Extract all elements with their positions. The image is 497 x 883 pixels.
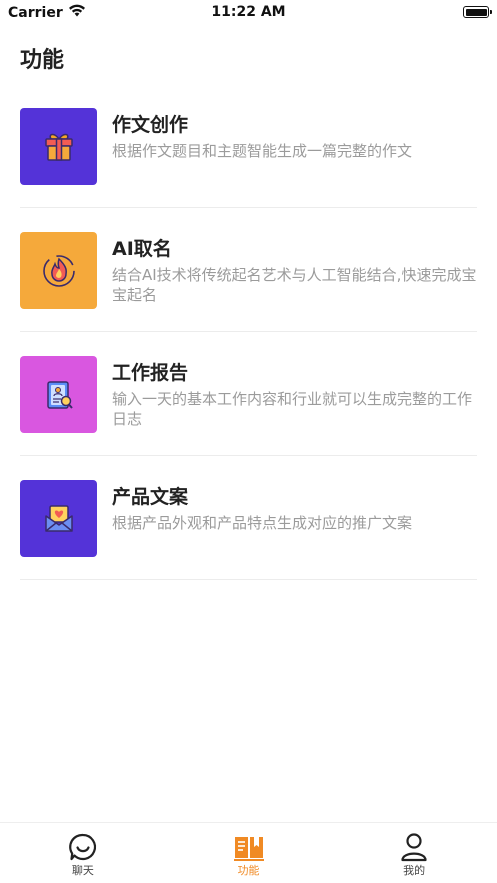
book-icon: [233, 832, 264, 862]
feature-icon-tile: [20, 356, 97, 433]
tab-bar: 聊天 功能 我的: [0, 822, 497, 883]
feature-icon-tile: [20, 232, 97, 309]
feature-title: 产品文案: [112, 486, 189, 508]
gift-icon: [44, 133, 73, 161]
report-icon: [46, 380, 73, 409]
tab-label: 我的: [403, 864, 426, 877]
tab-label: 功能: [237, 864, 260, 877]
page-title: 功能: [20, 48, 65, 73]
feature-item-essay[interactable]: 作文创作 根据作文题目和主题智能生成一篇完整的作文: [20, 84, 477, 208]
feature-item-ai-naming[interactable]: AI取名 结合AI技术将传统起名艺术与人工智能结合,快速完成宝宝起名: [20, 208, 477, 332]
feature-list: 作文创作 根据作文题目和主题智能生成一篇完整的作文 AI取名 结合AI技术将传统…: [0, 84, 497, 580]
feature-icon-tile: [20, 108, 97, 185]
feature-text: 工作报告 输入一天的基本工作内容和行业就可以生成完整的工作日志: [112, 360, 477, 429]
tab-profile[interactable]: 我的: [331, 823, 497, 883]
feature-title: 作文创作: [112, 114, 189, 136]
feature-icon-tile: [20, 480, 97, 557]
feature-title: AI取名: [112, 238, 172, 260]
feature-text: AI取名 结合AI技术将传统起名艺术与人工智能结合,快速完成宝宝起名: [112, 236, 477, 305]
chat-icon: [68, 832, 98, 862]
mail-heart-icon: [44, 504, 73, 532]
tab-chat[interactable]: 聊天: [0, 823, 166, 883]
status-time: 11:22 AM: [211, 4, 286, 20]
feature-text: 作文创作 根据作文题目和主题智能生成一篇完整的作文: [112, 112, 477, 161]
tab-features[interactable]: 功能: [166, 823, 332, 883]
feature-description: 根据作文题目和主题智能生成一篇完整的作文: [112, 142, 413, 160]
user-icon: [399, 832, 429, 862]
tab-label: 聊天: [71, 864, 94, 877]
battery-icon: [463, 6, 492, 18]
feature-description: 输入一天的基本工作内容和行业就可以生成完整的工作日志: [112, 390, 473, 428]
feature-title: 工作报告: [112, 362, 189, 384]
status-bar: Carrier 11:22 AM: [0, 0, 497, 26]
fire-icon: [42, 254, 75, 287]
battery-fill: [465, 8, 487, 16]
feature-text: 产品文案 根据产品外观和产品特点生成对应的推广文案: [112, 484, 477, 533]
feature-item-work-report[interactable]: 工作报告 输入一天的基本工作内容和行业就可以生成完整的工作日志: [20, 332, 477, 456]
feature-item-product-copy[interactable]: 产品文案 根据产品外观和产品特点生成对应的推广文案: [20, 456, 477, 580]
feature-description: 结合AI技术将传统起名艺术与人工智能结合,快速完成宝宝起名: [112, 266, 477, 304]
feature-description: 根据产品外观和产品特点生成对应的推广文案: [112, 514, 413, 532]
